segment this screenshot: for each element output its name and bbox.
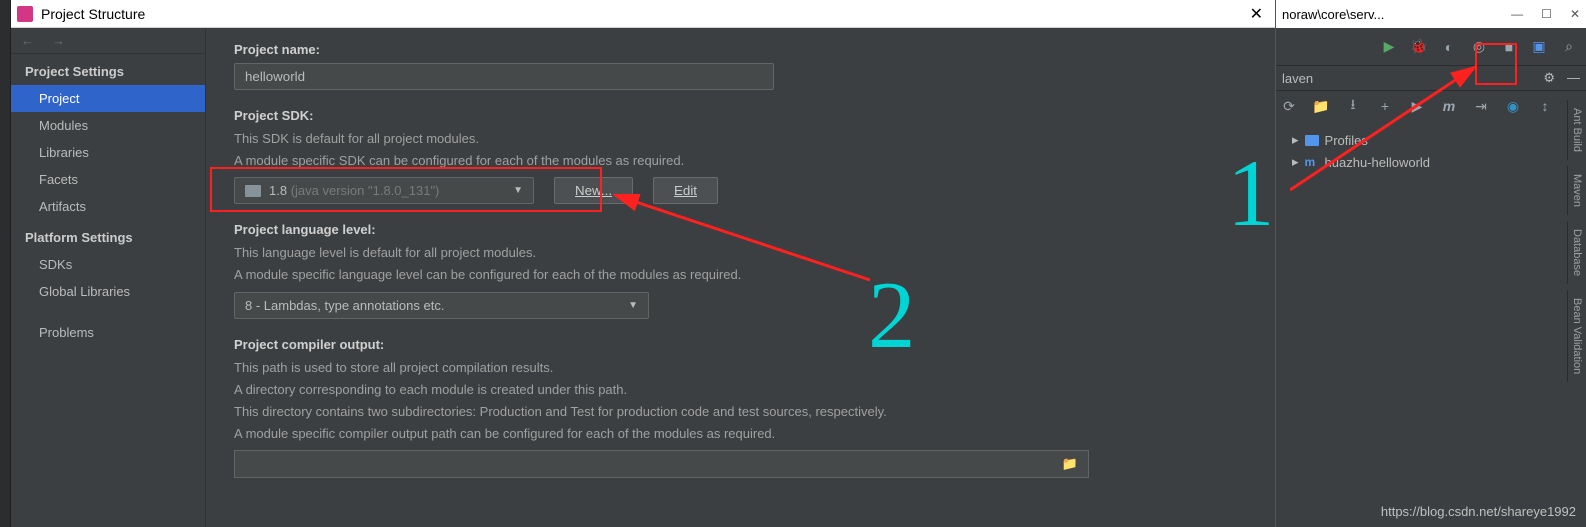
- edit-sdk-button[interactable]: Edit: [653, 177, 718, 204]
- language-level-label: Project language level:: [234, 222, 1247, 237]
- project-sdk-dropdown[interactable]: 1.8 (java version "1.8.0_131") ▼: [234, 177, 534, 204]
- sidebar-item-project[interactable]: Project: [11, 85, 205, 112]
- bg-titlebar: noraw\core\serv... — ☐ ✕: [1276, 0, 1586, 28]
- watermark: https://blog.csdn.net/shareye1992: [1381, 504, 1576, 519]
- compiler-output-input[interactable]: 📁: [234, 450, 1089, 478]
- sidebar-item-problems[interactable]: Problems: [11, 319, 205, 346]
- compiler-output-desc3: This directory contains two subdirectori…: [234, 402, 1247, 422]
- side-tab-ant[interactable]: Ant Build: [1567, 100, 1586, 160]
- language-level-desc2: A module specific language level can be …: [234, 265, 1247, 285]
- maximize-icon[interactable]: ☐: [1541, 7, 1552, 21]
- dialog-titlebar: Project Structure ✕: [11, 0, 1275, 28]
- chevron-down-icon: ▼: [628, 300, 638, 311]
- reimport-icon[interactable]: ⟳: [1280, 97, 1298, 115]
- collapse-icon[interactable]: ↕: [1536, 97, 1554, 115]
- background-ide: noraw\core\serv... — ☐ ✕ ▶ 🐞 ◐ ◎ ■ ▣ ⌕ l…: [1276, 0, 1586, 527]
- sidebar-item-global-libraries[interactable]: Global Libraries: [11, 278, 205, 305]
- right-side-tabs: Ant Build Maven Database Bean Validation: [1567, 100, 1586, 382]
- search-everywhere-icon[interactable]: ⌕: [1560, 38, 1578, 56]
- maven-m-icon[interactable]: m: [1440, 97, 1458, 115]
- sidebar-item-sdks[interactable]: SDKs: [11, 251, 205, 278]
- debug-icon[interactable]: 🐞: [1410, 38, 1428, 56]
- project-sdk-desc2: A module specific SDK can be configured …: [234, 151, 1247, 171]
- window-controls: — ☐ ✕: [1511, 7, 1580, 21]
- side-tab-maven[interactable]: Maven: [1567, 166, 1586, 215]
- chevron-right-icon: ▸: [1292, 132, 1299, 148]
- generate-sources-icon[interactable]: 📁: [1312, 97, 1330, 115]
- project-sdk-desc1: This SDK is default for all project modu…: [234, 129, 1247, 149]
- nav-back-icon[interactable]: ←: [21, 33, 34, 48]
- chevron-down-icon: ▼: [513, 185, 523, 196]
- compiler-output-label: Project compiler output:: [234, 337, 1247, 352]
- sidebar-item-modules[interactable]: Modules: [11, 112, 205, 139]
- minimize-icon[interactable]: —: [1511, 7, 1523, 21]
- side-tab-bean-validation[interactable]: Bean Validation: [1567, 290, 1586, 382]
- run-maven-icon[interactable]: ▶: [1408, 97, 1426, 115]
- maven-project-node[interactable]: ▸ m huazhu-helloworld: [1286, 151, 1576, 173]
- main-toolbar: ▶ 🐞 ◐ ◎ ■ ▣ ⌕: [1276, 28, 1586, 66]
- project-name-input[interactable]: [234, 63, 774, 90]
- sidebar-item-facets[interactable]: Facets: [11, 166, 205, 193]
- project-sdk-label: Project SDK:: [234, 108, 1247, 123]
- add-icon[interactable]: +: [1376, 97, 1394, 115]
- maven-toolbar: ⟳ 📁 ⭳ + ▶ m ⇥ ◉ ↕: [1276, 91, 1586, 121]
- settings-icon[interactable]: ⚙: [1543, 70, 1555, 86]
- download-icon[interactable]: ⭳: [1344, 97, 1362, 115]
- sidebar-section-project-settings: Project Settings: [11, 54, 205, 85]
- compiler-output-desc2: A directory corresponding to each module…: [234, 380, 1247, 400]
- maven-module-icon: m: [1305, 155, 1319, 169]
- nav-forward-icon[interactable]: →: [52, 33, 65, 48]
- browse-folder-icon[interactable]: 📁: [1062, 456, 1078, 472]
- coverage-icon[interactable]: ◐: [1440, 38, 1458, 56]
- project-name-label: Project name:: [234, 42, 1247, 57]
- dialog-sidebar: ← → Project Settings Project Modules Lib…: [11, 28, 206, 527]
- nav-arrows: ← →: [11, 28, 205, 54]
- bg-window-path: noraw\core\serv...: [1282, 7, 1384, 22]
- dialog-title: Project Structure: [41, 6, 1244, 22]
- chevron-right-icon: ▸: [1292, 154, 1299, 170]
- compiler-output-desc1: This path is used to store all project c…: [234, 358, 1247, 378]
- stop-icon[interactable]: ■: [1500, 38, 1518, 56]
- language-level-dropdown[interactable]: 8 - Lambdas, type annotations etc. ▼: [234, 292, 649, 319]
- profiler-icon[interactable]: ◎: [1470, 38, 1488, 56]
- sidebar-section-platform-settings: Platform Settings: [11, 220, 205, 251]
- sidebar-item-artifacts[interactable]: Artifacts: [11, 193, 205, 220]
- run-icon[interactable]: ▶: [1380, 38, 1398, 56]
- new-sdk-button[interactable]: New...: [554, 177, 633, 204]
- compiler-output-desc4: A module specific compiler output path c…: [234, 424, 1247, 444]
- project-structure-icon[interactable]: ▣: [1530, 38, 1548, 56]
- hide-panel-icon[interactable]: —: [1567, 70, 1580, 86]
- close-button[interactable]: ✕: [1244, 4, 1269, 24]
- sdk-folder-icon: [245, 185, 261, 197]
- language-level-desc1: This language level is default for all p…: [234, 243, 1247, 263]
- maven-profiles-node[interactable]: ▸ Profiles: [1286, 129, 1576, 151]
- folder-icon: [1305, 135, 1319, 146]
- sidebar-item-libraries[interactable]: Libraries: [11, 139, 205, 166]
- project-structure-dialog: Project Structure ✕ ← → Project Settings…: [11, 0, 1276, 527]
- toggle-offline-icon[interactable]: ⇥: [1472, 97, 1490, 115]
- win-close-icon[interactable]: ✕: [1570, 7, 1580, 21]
- intellij-icon: [17, 6, 33, 22]
- dialog-content: Project name: Project SDK: This SDK is d…: [206, 28, 1275, 527]
- show-deps-icon[interactable]: ◉: [1504, 97, 1522, 115]
- maven-panel-header: laven ⚙ —: [1276, 66, 1586, 91]
- maven-tree: ▸ Profiles ▸ m huazhu-helloworld: [1276, 121, 1586, 181]
- maven-panel-title: laven: [1282, 71, 1313, 86]
- side-tab-database[interactable]: Database: [1567, 221, 1586, 284]
- left-gutter: [0, 0, 11, 527]
